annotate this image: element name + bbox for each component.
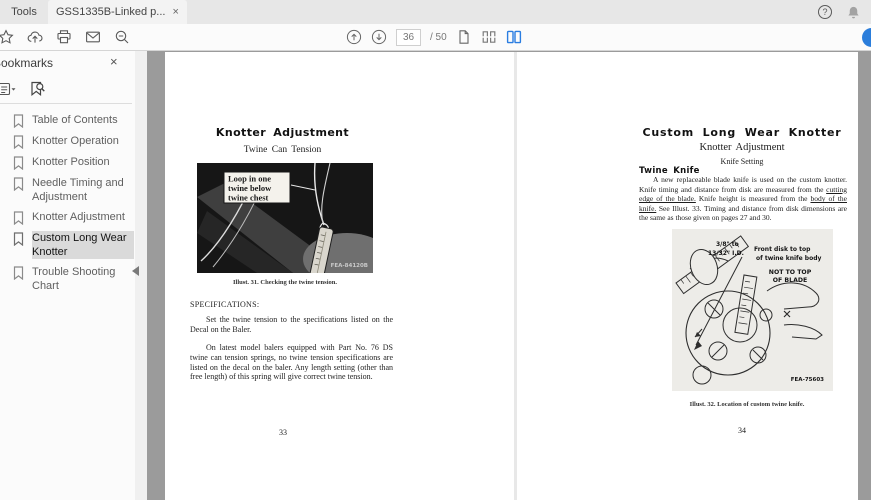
chapter-subtitle: Knotter Adjustment	[699, 142, 785, 153]
left-page-paragraph-1: Set the twine tension to the specificati…	[190, 315, 393, 334]
two-page-view-icon[interactable]	[506, 29, 522, 45]
print-icon[interactable]	[56, 29, 72, 45]
bookmark-icon	[13, 266, 24, 280]
bookmark-icon	[13, 177, 24, 191]
account-avatar[interactable]	[862, 28, 871, 47]
tab-tools[interactable]: Tools	[0, 0, 48, 24]
left-page-number: 33	[279, 428, 287, 437]
help-icon[interactable]: ?	[818, 5, 832, 19]
bookmark-item-table-of-contents[interactable]: Table of Contents	[0, 110, 135, 131]
not-to-top-label-line1: NOT TO TOP	[769, 269, 812, 276]
bookmarks-list: Table of Contents Knotter Operation Knot…	[0, 110, 135, 296]
next-page-icon[interactable]	[371, 29, 387, 45]
specifications-heading: SPECIFICATIONS:	[190, 300, 260, 309]
para-segment: A new replaceable blade knife is used on…	[639, 175, 847, 194]
dimension-label-line2: 13/32" I.D.	[708, 250, 744, 257]
front-disk-label-line1: Front disk to top	[754, 246, 811, 253]
page-number-input[interactable]	[396, 28, 421, 46]
illustration-32-caption: Illust. 32. Location of custom twine kni…	[689, 401, 805, 408]
toolbar: / 50	[0, 24, 871, 51]
illustration-31-caption: Illust. 31. Checking the twine tension.	[232, 279, 337, 286]
tabbar-spacer	[187, 0, 818, 24]
tab-close-icon[interactable]: ×	[172, 6, 178, 18]
bookmark-label: Needle Timing and Adjustment	[32, 177, 124, 203]
expand-current-bookmark-icon[interactable]	[30, 81, 46, 97]
para-segment: See Illust. 33. Timing and distance from…	[639, 203, 847, 223]
section-title: Knotter Adjustment	[215, 126, 350, 139]
bookmark-label: Knotter Operation	[32, 135, 119, 147]
tab-document[interactable]: GSS1335B-Linked p... ×	[48, 0, 187, 24]
bookmark-item-knotter-operation[interactable]: Knotter Operation	[0, 131, 135, 152]
photo-label-line1: Loop in one	[228, 174, 271, 184]
tab-tools-label: Tools	[11, 6, 37, 18]
tab-bar: Tools GSS1335B-Linked p... × ?	[0, 0, 871, 24]
page-total-label: / 50	[430, 31, 447, 43]
illustration-reference-code: FEA-75603	[791, 377, 824, 383]
bell-icon[interactable]	[846, 5, 861, 20]
single-page-view-icon[interactable]	[456, 29, 472, 45]
bookmark-icon	[13, 232, 24, 246]
custom-twine-knife-illustration: 3/8" to 13/32" I.D. Front disk to top of…	[672, 229, 833, 391]
twine-tension-photo: Loop in one twine below twine chest FEA-…	[197, 163, 373, 273]
photo-reference-code: FEA-84120B	[331, 263, 368, 269]
bookmark-label: Knotter Position	[32, 156, 110, 168]
tab-document-label: GSS1335B-Linked p...	[56, 6, 166, 18]
favorite-star-icon[interactable]	[0, 29, 14, 45]
continuous-scroll-view-icon[interactable]	[481, 29, 497, 45]
sidebar-collapse-arrow-icon[interactable]	[132, 266, 139, 276]
document-view-area[interactable]: Knotter Adjustment Twine Can Tension Loo…	[147, 51, 871, 500]
pdf-viewer-window: Tools GSS1335B-Linked p... × ? 36 / 50 o…	[0, 0, 871, 500]
bookmark-item-needle-timing-and-adjustment[interactable]: Needle Timing and Adjustment	[0, 173, 135, 207]
para-segment: Knife height is measured from the	[695, 194, 811, 204]
right-page-number: 34	[738, 426, 746, 435]
photo-label-line2: twine below	[228, 183, 272, 193]
bookmark-item-knotter-adjustment[interactable]: Knotter Adjustment	[0, 207, 135, 228]
dimension-label-line1: 3/8" to	[716, 241, 739, 248]
not-to-top-label-line2: OF BLADE	[773, 277, 807, 284]
bookmark-label: Custom Long Wear Knotter	[32, 231, 134, 259]
bookmarks-panel: Bookmarks × Table of Contents Knotter	[0, 51, 147, 500]
bookmarks-panel-title: Bookmarks	[0, 56, 54, 70]
zoom-out-search-icon[interactable]	[114, 29, 130, 45]
bookmark-label: Trouble Shooting Chart	[32, 266, 116, 292]
bookmark-label: Knotter Adjustment	[32, 211, 125, 223]
left-page-paragraph-2: On latest model balers equipped with Par…	[190, 343, 393, 382]
right-page-paragraph: A new replaceable blade knife is used on…	[639, 175, 847, 223]
chapter-title: Custom Long Wear Knotter	[642, 126, 842, 139]
bookmarks-options-icon[interactable]	[0, 81, 16, 97]
bookmark-item-custom-long-wear-knotter[interactable]: Custom Long Wear Knotter	[0, 228, 135, 262]
knife-setting-label: Knife Setting	[720, 157, 764, 166]
bookmark-label: Table of Contents	[32, 114, 118, 126]
bookmark-icon	[13, 156, 24, 170]
bookmarks-close-icon[interactable]: ×	[110, 54, 118, 69]
front-disk-label-line2: of twine knife body	[756, 255, 822, 262]
document-page-33: Knotter Adjustment Twine Can Tension Loo…	[165, 52, 514, 500]
bookmark-item-knotter-position[interactable]: Knotter Position	[0, 152, 135, 173]
bookmark-item-trouble-shooting-chart[interactable]: Trouble Shooting Chart	[0, 262, 135, 296]
section-subtitle: Twine Can Tension	[243, 145, 322, 155]
bookmark-icon	[13, 114, 24, 128]
photo-label-line3: twine chest	[228, 193, 269, 203]
help-glyph: ?	[822, 7, 828, 17]
email-icon[interactable]	[85, 29, 101, 45]
document-page-34: Custom Long Wear Knotter Knotter Adjustm…	[517, 52, 858, 500]
previous-page-icon[interactable]	[346, 29, 362, 45]
bookmark-icon	[13, 211, 24, 225]
bookmark-icon	[13, 135, 24, 149]
share-cloud-icon[interactable]	[27, 29, 43, 45]
sidebar-divider	[0, 103, 132, 104]
